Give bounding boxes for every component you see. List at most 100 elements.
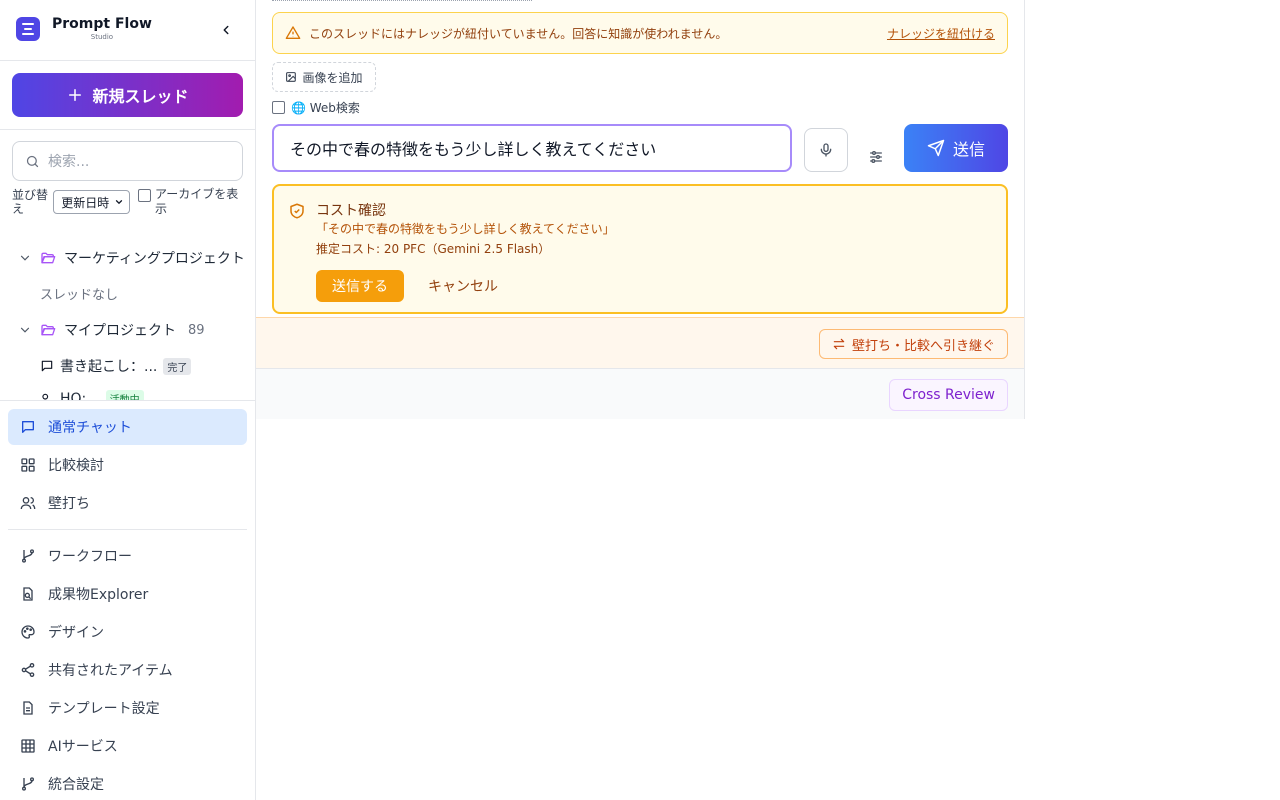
- no-threads-text: スレッドなし: [40, 288, 119, 303]
- confirm-send-button[interactable]: 送信する: [316, 270, 404, 302]
- message-square-icon: [22, 421, 34, 433]
- thread-item[interactable]: 書き起こし：... 完了: [40, 356, 192, 376]
- share-icon: [21, 663, 35, 677]
- arrows-swap-icon: [833, 338, 845, 350]
- divider: [0, 60, 255, 61]
- send-icon: [927, 139, 945, 157]
- handoff-label: 壁打ち・比較へ引き継ぐ: [851, 338, 995, 354]
- nav-item-ai-services[interactable]: AIサービス: [8, 727, 247, 765]
- nav-secondary: ワークフロー 成果物Explorer デザイン 共有されたアイテム テンプレート…: [8, 537, 247, 800]
- search-icon: [26, 155, 39, 167]
- nav-label: 通常チャット: [48, 420, 132, 436]
- nav-item-templates[interactable]: テンプレート設定: [8, 689, 247, 727]
- nav-label: 共有されたアイテム: [48, 663, 173, 679]
- cost-confirmation-card: コスト確認 「その中で春の特徴をもう少し詳しく教えてください」 推定コスト: 2…: [272, 184, 1008, 314]
- nav-item-compare[interactable]: 比較検討: [8, 447, 247, 483]
- sort-value: 更新日時: [61, 195, 110, 210]
- warning-text: このスレッドにはナレッジが紐付いていません。回答に知識が使われません。: [309, 26, 728, 41]
- new-thread-button[interactable]: 新規スレッド: [12, 73, 243, 117]
- new-thread-label: 新規スレッド: [92, 87, 189, 106]
- nav-item-brainstorm[interactable]: 壁打ち: [8, 485, 247, 521]
- mic-icon: [820, 143, 832, 157]
- add-image-button[interactable]: 画像を追加: [272, 62, 376, 92]
- palette-icon: [21, 625, 35, 639]
- users-icon: [42, 393, 49, 400]
- status-badge: 完了: [163, 357, 192, 375]
- file-text-icon: [23, 701, 33, 715]
- chevron-down-icon: [20, 255, 30, 261]
- collapse-sidebar-button[interactable]: [216, 20, 236, 40]
- brand[interactable]: Prompt Flow Studio: [16, 17, 152, 41]
- options-button[interactable]: [864, 145, 888, 169]
- archive-checkbox[interactable]: [137, 189, 151, 202]
- project-name: マイプロジェクト: [64, 323, 176, 339]
- cost-title: コスト確認: [316, 203, 386, 219]
- cost-estimate: 推定コスト: 20 PFC（Gemini 2.5 Flash）: [316, 242, 551, 256]
- table-icon: [21, 739, 35, 753]
- clipped-content: [272, 0, 532, 2]
- sort-row: 並び替え 更新日時 アーカイブを表示: [12, 187, 248, 217]
- project-tree: マーケティングプロジェクト 0 スレッドなし マイプロジェクト 89 書き起こし…: [0, 240, 255, 400]
- sort-select[interactable]: 更新日時: [53, 190, 130, 214]
- project-name: マーケティングプロジェクト: [64, 251, 245, 267]
- link-knowledge-link[interactable]: ナレッジを紐付ける: [887, 25, 995, 42]
- divider: [0, 400, 255, 401]
- app-title: Prompt Flow: [52, 16, 152, 32]
- web-search-checkbox[interactable]: [272, 101, 285, 114]
- project-item-marketing[interactable]: マーケティングプロジェクト 0: [18, 248, 255, 268]
- shield-check-icon: [290, 203, 304, 219]
- nav-item-explorer[interactable]: 成果物Explorer: [8, 575, 247, 613]
- nav-item-design[interactable]: デザイン: [8, 613, 247, 651]
- add-image-label: 画像を追加: [302, 70, 363, 85]
- nav-label: 統合設定: [48, 777, 104, 793]
- nav-item-workflow[interactable]: ワークフロー: [8, 537, 247, 575]
- sliders-icon: [870, 151, 882, 163]
- archive-toggle[interactable]: アーカイブを表示: [137, 187, 248, 217]
- project-item-my-project[interactable]: マイプロジェクト 89: [18, 320, 205, 340]
- web-search-label: 🌐 Web検索: [291, 101, 360, 115]
- thread-item[interactable]: HQ:... 活動中: [40, 390, 144, 400]
- handoff-bar: 壁打ち・比較へ引き継ぐ: [256, 317, 1024, 368]
- knowledge-warning-banner: このスレッドにはナレッジが紐付いていません。回答に知識が使われません。 ナレッジ…: [272, 12, 1008, 54]
- thread-title: 書き起こし：...: [60, 359, 158, 375]
- users-icon: [20, 497, 36, 510]
- chevron-down-icon: [115, 200, 123, 205]
- image-plus-icon: [286, 71, 297, 82]
- send-button[interactable]: 送信: [904, 124, 1008, 172]
- divider: [0, 129, 255, 130]
- cancel-button[interactable]: キャンセル: [428, 276, 498, 296]
- message-input[interactable]: その中で春の特徴をもう少し詳しく教えてください: [272, 124, 792, 172]
- plus-icon: [69, 89, 82, 101]
- handoff-button[interactable]: 壁打ち・比較へ引き継ぐ: [818, 329, 1008, 359]
- nav-label: 壁打ち: [48, 496, 90, 512]
- grid-icon: [21, 458, 35, 472]
- send-label: 送信: [952, 140, 985, 159]
- nav-label: 比較検討: [48, 458, 104, 474]
- nav-item-chat[interactable]: 通常チャット: [8, 409, 247, 445]
- web-search-toggle[interactable]: 🌐 Web検索: [272, 99, 360, 116]
- search-input[interactable]: 検索...: [12, 141, 243, 181]
- search-placeholder: 検索...: [48, 154, 90, 170]
- status-badge: 活動中: [105, 390, 144, 400]
- sidebar: Prompt Flow Studio 新規スレッド 検索... 並び替え 更新日…: [0, 0, 256, 800]
- nav-primary: 通常チャット 比較検討 壁打ち: [8, 409, 247, 523]
- cross-review-button[interactable]: Cross Review: [889, 379, 1008, 411]
- git-branch-icon: [22, 777, 34, 791]
- nav-item-integrations[interactable]: 統合設定: [8, 765, 247, 800]
- project-count: 89: [188, 322, 205, 338]
- message-input-value: その中で春の特徴をもう少し詳しく教えてください: [290, 140, 657, 159]
- alert-triangle-icon: [285, 26, 301, 39]
- chevron-down-icon: [20, 327, 30, 333]
- nav-label: ワークフロー: [48, 549, 132, 565]
- chevron-left-icon: [223, 25, 229, 35]
- archive-label: アーカイブを表示: [154, 187, 239, 216]
- nav-item-shared[interactable]: 共有されたアイテム: [8, 651, 247, 689]
- nav-label: テンプレート設定: [48, 701, 160, 717]
- chat-panel: このスレッドにはナレッジが紐付いていません。回答に知識が使われません。 ナレッジ…: [256, 0, 1025, 419]
- file-search-icon: [23, 587, 33, 601]
- app-subtitle: Studio: [90, 33, 114, 41]
- divider: [8, 529, 247, 530]
- voice-input-button[interactable]: [804, 128, 848, 172]
- git-branch-icon: [22, 549, 34, 563]
- nav-label: AIサービス: [48, 739, 118, 755]
